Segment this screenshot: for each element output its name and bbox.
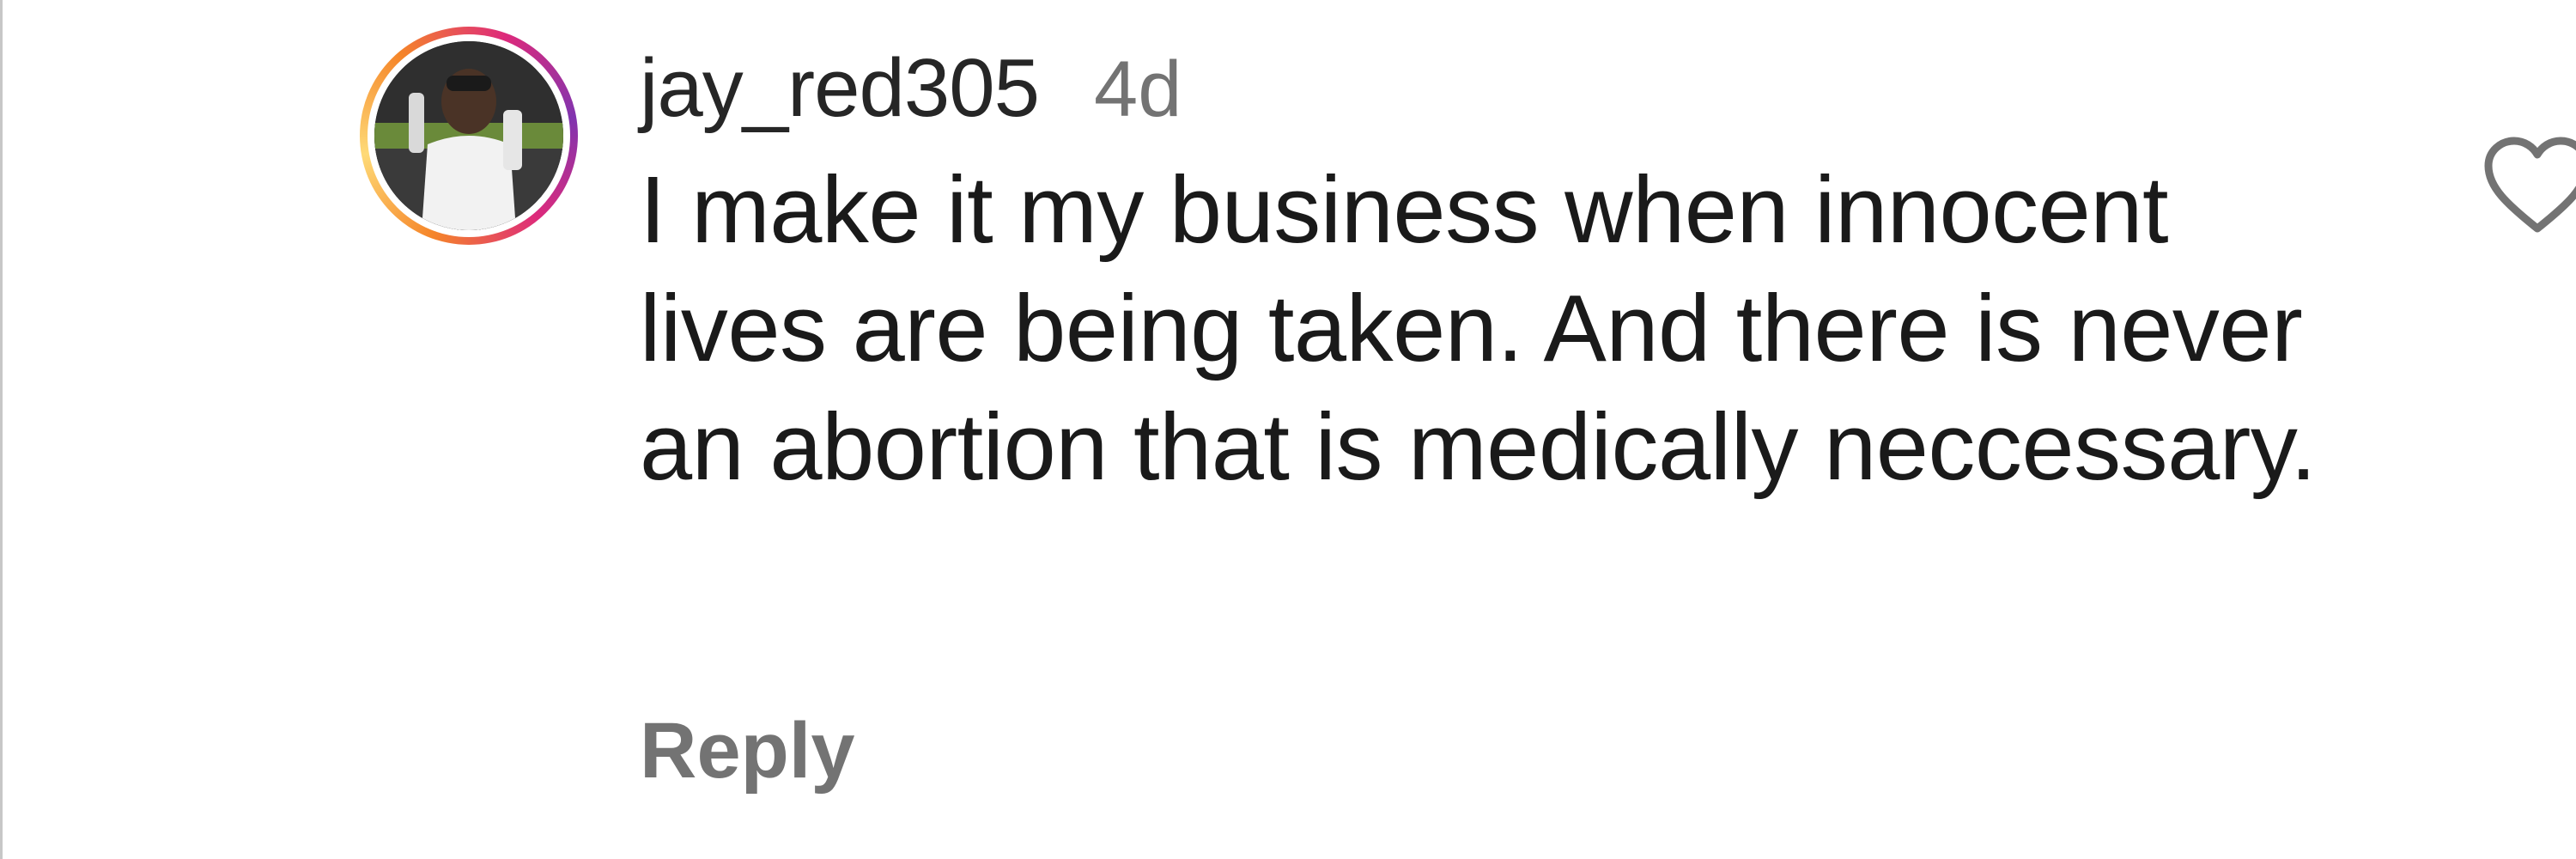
avatar[interactable]	[374, 41, 563, 230]
comment-screen: jay_red305 4d I make it my business when…	[0, 0, 2576, 859]
panel-divider	[0, 0, 3, 859]
avatar-photo	[374, 41, 563, 230]
heart-outline-icon	[2484, 137, 2576, 233]
reply-button[interactable]: Reply	[640, 706, 855, 796]
username-link[interactable]: jay_red305	[640, 41, 1040, 136]
timestamp[interactable]: 4d	[1094, 45, 1182, 135]
like-button[interactable]	[2482, 136, 2576, 239]
comment-content: jay_red305 4d I make it my business when…	[640, 41, 2357, 507]
comment-text: I make it my business when innocent live…	[640, 157, 2317, 500]
comment-meta: jay_red305 4d	[640, 41, 2357, 144]
story-ring[interactable]	[360, 27, 578, 245]
